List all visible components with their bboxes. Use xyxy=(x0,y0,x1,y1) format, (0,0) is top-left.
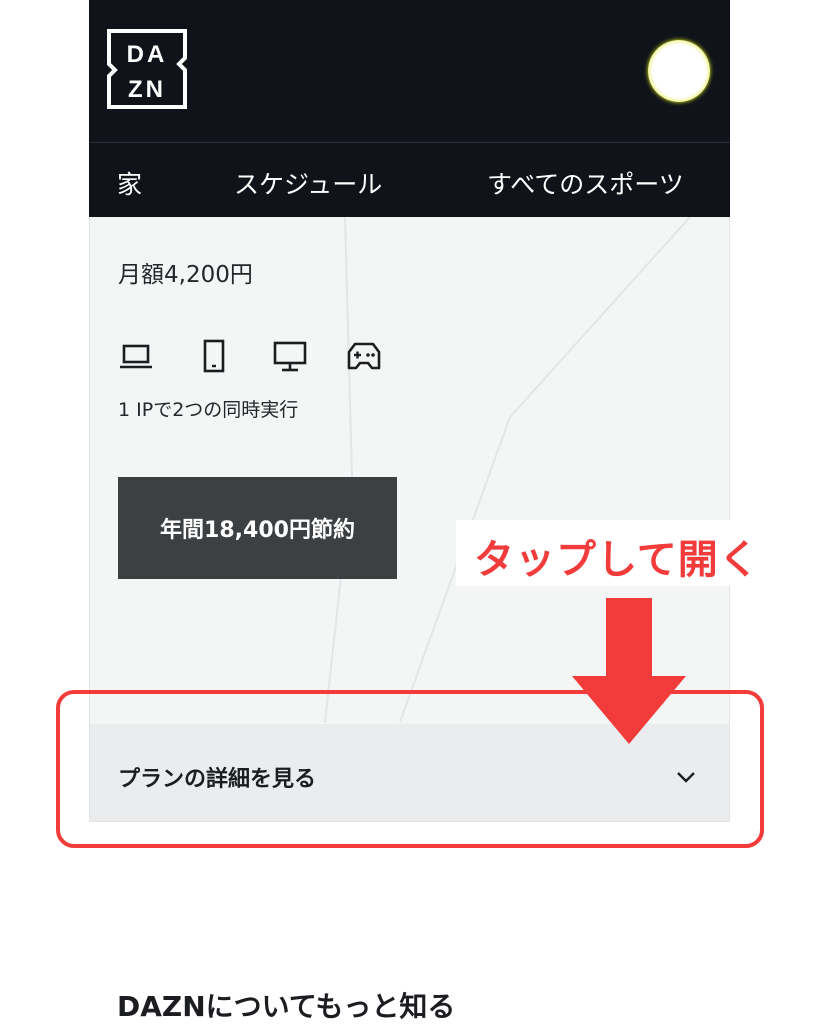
arrow-down-icon xyxy=(572,598,686,744)
about-dazn-heading: DAZNについてもっと知る xyxy=(117,990,456,1023)
nav-bar: 家 スケジュール すべてのスポーツ xyxy=(89,142,730,217)
plan-price: 月額4,200円 xyxy=(118,262,253,288)
tap-callout-text: タップして開く xyxy=(474,537,760,583)
tap-callout: タップして開く xyxy=(456,520,794,586)
avatar[interactable] xyxy=(648,40,710,102)
annual-savings-badge: 年間18,400円節約 xyxy=(118,477,397,579)
header: DA ZN xyxy=(89,0,730,142)
laptop-icon xyxy=(120,344,152,369)
dazn-logo[interactable]: DA ZN xyxy=(106,28,188,110)
tv-icon xyxy=(273,341,307,372)
nav-item-home[interactable]: 家 xyxy=(117,165,142,201)
simultaneous-streams-text: 1 IPで2つの同時実行 xyxy=(118,399,299,421)
logo-text-bottom: ZN xyxy=(128,76,166,103)
gamepad-icon xyxy=(347,342,381,370)
smartphone-icon xyxy=(203,339,225,373)
nav-item-all-sports[interactable]: すべてのスポーツ xyxy=(487,165,684,201)
nav-item-schedule[interactable]: スケジュール xyxy=(234,165,382,201)
logo-text-top: DA xyxy=(127,41,168,68)
